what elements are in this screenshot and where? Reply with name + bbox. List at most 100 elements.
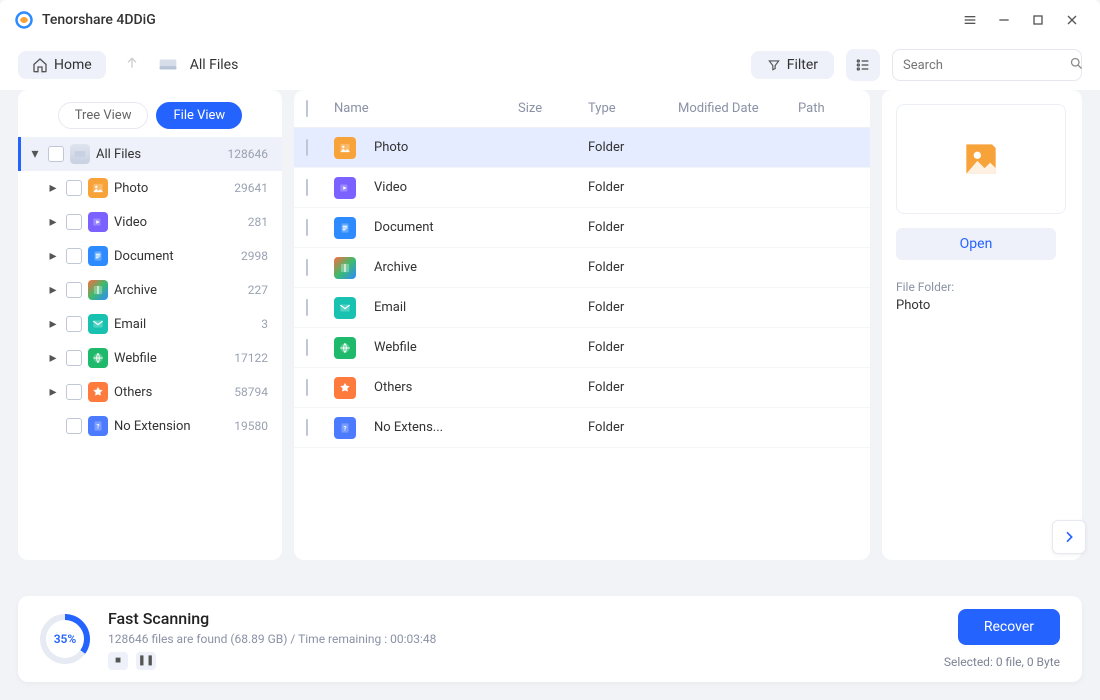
table-header: Name Size Type Modified Date Path xyxy=(294,90,870,128)
view-toggle-button[interactable] xyxy=(846,49,880,81)
archive-icon xyxy=(88,280,108,300)
select-all-checkbox[interactable] xyxy=(306,100,308,117)
expand-icon[interactable]: ▸ xyxy=(46,248,60,264)
tree-item-noext[interactable]: ?No Extension19580 xyxy=(18,409,282,443)
pause-button[interactable]: ❚❚ xyxy=(136,652,156,670)
table-row[interactable]: ?No Extens...Folder xyxy=(294,408,870,448)
expand-icon[interactable]: ▸ xyxy=(46,350,60,366)
expand-icon[interactable]: ▸ xyxy=(46,282,60,298)
table-row[interactable]: EmailFolder xyxy=(294,288,870,328)
filter-icon xyxy=(767,58,781,72)
preview-panel: Open File Folder: Photo xyxy=(882,90,1082,560)
column-path[interactable]: Path xyxy=(798,101,858,116)
row-checkbox[interactable] xyxy=(306,299,308,316)
next-button[interactable] xyxy=(1052,520,1086,554)
row-name: Others xyxy=(374,380,412,395)
column-modified[interactable]: Modified Date xyxy=(678,101,798,116)
search-icon xyxy=(1069,56,1084,75)
row-checkbox[interactable] xyxy=(306,339,308,356)
selection-info: Selected: 0 file, 0 Byte xyxy=(944,655,1060,669)
doc-icon xyxy=(334,217,356,239)
checkbox[interactable] xyxy=(66,180,82,196)
row-checkbox[interactable] xyxy=(306,219,308,236)
preview-thumbnail xyxy=(896,104,1066,214)
tree-item-all-files[interactable]: ▾ All Files 128646 xyxy=(18,137,282,171)
tree-item-label: No Extension xyxy=(114,419,234,434)
tree-item-count: 281 xyxy=(248,215,268,229)
email-icon xyxy=(88,314,108,334)
search-input[interactable] xyxy=(903,58,1069,73)
drive-icon xyxy=(70,144,90,164)
maximize-button[interactable] xyxy=(1024,6,1052,34)
expand-icon[interactable]: ▸ xyxy=(46,316,60,332)
open-button[interactable]: Open xyxy=(896,228,1056,260)
row-name: Photo xyxy=(374,140,408,155)
tree-item-others[interactable]: ▸Others58794 xyxy=(18,375,282,409)
progress-ring: 35% xyxy=(40,614,90,664)
tree-item-photo[interactable]: ▸Photo29641 xyxy=(18,171,282,205)
tree-item-label: Webfile xyxy=(114,351,234,366)
tree-item-count: 2998 xyxy=(241,249,268,263)
minimize-button[interactable] xyxy=(990,6,1018,34)
drive-icon xyxy=(158,57,178,73)
tree-item-archive[interactable]: ▸Archive227 xyxy=(18,273,282,307)
row-name: Webfile xyxy=(374,340,417,355)
breadcrumb-label[interactable]: All Files xyxy=(190,57,239,73)
checkbox[interactable] xyxy=(66,384,82,400)
expand-icon[interactable]: ▸ xyxy=(46,384,60,400)
menu-button[interactable] xyxy=(956,6,984,34)
up-button[interactable] xyxy=(118,55,146,75)
table-row[interactable]: DocumentFolder xyxy=(294,208,870,248)
table-body: Photo Folder Video Folder DocumentFolderArch… xyxy=(294,128,870,560)
column-size[interactable]: Size xyxy=(518,101,588,116)
row-checkbox[interactable] xyxy=(306,379,308,396)
tree-item-webfile[interactable]: ▸Webfile17122 xyxy=(18,341,282,375)
home-icon xyxy=(32,57,48,73)
tree-item-label: Email xyxy=(114,317,261,332)
tree-item-doc[interactable]: ▸Document2998 xyxy=(18,239,282,273)
tree-item-count: 29641 xyxy=(234,181,268,195)
tree-item-video[interactable]: ▸Video281 xyxy=(18,205,282,239)
checkbox[interactable] xyxy=(66,418,82,434)
close-button[interactable] xyxy=(1058,6,1086,34)
tab-file-view[interactable]: File View xyxy=(156,102,242,129)
column-type[interactable]: Type xyxy=(588,101,678,116)
expand-icon[interactable]: ▸ xyxy=(46,180,60,196)
home-button[interactable]: Home xyxy=(18,51,106,79)
checkbox[interactable] xyxy=(48,146,64,162)
webfile-icon xyxy=(88,348,108,368)
row-checkbox[interactable] xyxy=(306,179,308,196)
row-checkbox[interactable] xyxy=(306,259,308,276)
collapse-icon[interactable]: ▾ xyxy=(28,146,42,162)
table-row[interactable]: Webfile Folder xyxy=(294,328,870,368)
filter-button[interactable]: Filter xyxy=(751,51,834,79)
row-type: Folder xyxy=(588,300,678,315)
row-name: Video xyxy=(374,180,407,195)
home-label: Home xyxy=(54,57,92,73)
checkbox[interactable] xyxy=(66,214,82,230)
tab-tree-view[interactable]: Tree View xyxy=(58,102,149,129)
tree-item-label: All Files xyxy=(96,147,228,162)
column-name[interactable]: Name xyxy=(334,101,518,116)
checkbox[interactable] xyxy=(66,248,82,264)
search-field[interactable] xyxy=(892,49,1082,81)
table-row[interactable]: Video Folder xyxy=(294,168,870,208)
checkbox[interactable] xyxy=(66,282,82,298)
image-icon xyxy=(959,137,1003,181)
row-type: Folder xyxy=(588,180,678,195)
checkbox[interactable] xyxy=(66,350,82,366)
table-row[interactable]: Photo Folder xyxy=(294,128,870,168)
table-row[interactable]: ArchiveFolder xyxy=(294,248,870,288)
table-row[interactable]: OthersFolder xyxy=(294,368,870,408)
row-type: Folder xyxy=(588,140,678,155)
recover-button[interactable]: Recover xyxy=(958,609,1060,645)
expand-icon[interactable]: ▸ xyxy=(46,214,60,230)
progress-percent: 35% xyxy=(54,632,77,646)
row-checkbox[interactable] xyxy=(306,419,308,436)
row-type: Folder xyxy=(588,340,678,355)
tree-item-email[interactable]: ▸Email3 xyxy=(18,307,282,341)
webfile-icon xyxy=(334,337,356,359)
stop-button[interactable]: ■ xyxy=(108,652,128,670)
row-checkbox[interactable] xyxy=(306,139,308,156)
checkbox[interactable] xyxy=(66,316,82,332)
